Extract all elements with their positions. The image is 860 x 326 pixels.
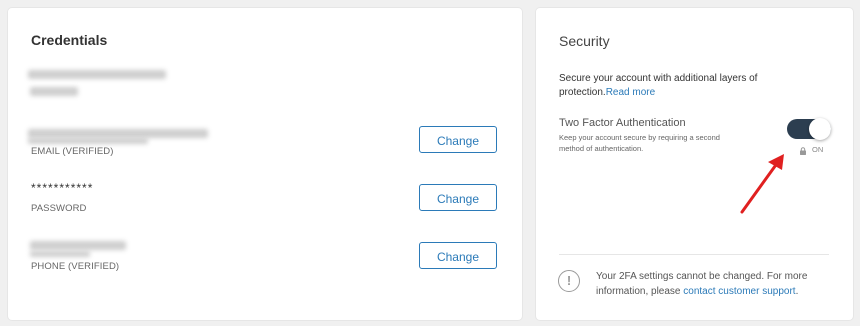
info-message: Your 2FA settings cannot be changed. For… [596,269,836,299]
account-subtext-redacted [30,87,78,96]
lock-icon [800,147,806,155]
change-email-button[interactable]: Change [419,126,497,153]
tfa-state-label: ON [812,145,824,154]
password-label: PASSWORD [31,203,87,214]
credentials-card: Credentials EMAIL (VERIFIED) Change ****… [8,8,522,320]
contact-support-link[interactable]: contact customer support [683,286,795,297]
change-phone-button[interactable]: Change [419,242,497,269]
credentials-title: Credentials [31,32,108,48]
tfa-title: Two Factor Authentication [559,117,686,129]
tfa-toggle[interactable] [787,118,831,140]
read-more-link[interactable]: Read more [606,87,655,98]
email-label: EMAIL (VERIFIED) [31,146,114,157]
tfa-help-text: Keep your account secure by requiring a … [559,133,720,153]
email-value-redacted-2 [28,138,148,144]
info-message-suffix: . [795,286,799,297]
info-exclamation-icon: ! [558,270,580,292]
phone-value-redacted [30,241,126,250]
security-title: Security [559,33,610,49]
toggle-knob [809,118,831,140]
email-value-redacted [28,129,208,138]
phone-value-redacted-2 [30,251,90,257]
account-name-redacted [28,70,166,79]
security-card: Security Secure your account with additi… [536,8,853,320]
security-description: Secure your account with additional laye… [559,72,829,100]
annotation-arrow-icon [740,154,784,214]
divider [559,254,829,255]
security-description-text: Secure your account with additional laye… [559,73,758,98]
password-value: *********** [31,181,94,195]
phone-label: PHONE (VERIFIED) [31,261,120,272]
change-password-button[interactable]: Change [419,184,497,211]
